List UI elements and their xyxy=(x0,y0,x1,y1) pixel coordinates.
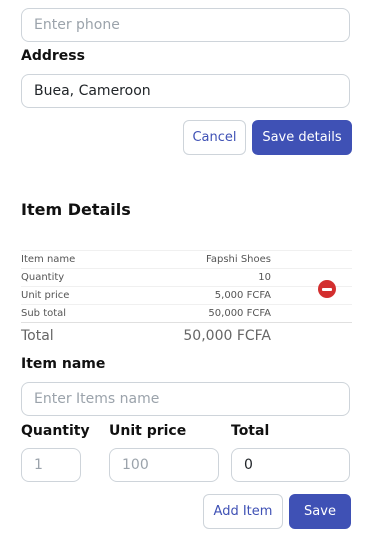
quantity-input[interactable] xyxy=(21,448,81,482)
item-name-input[interactable] xyxy=(21,382,350,416)
unit-price-label: Unit price xyxy=(109,423,187,439)
item-summary: Item name Fapshi Shoes Quantity 10 Unit … xyxy=(21,250,352,348)
summary-label: Quantity xyxy=(21,272,65,283)
total-value: 50,000 FCFA xyxy=(183,328,271,344)
summary-row-quantity: Quantity 10 xyxy=(21,268,352,286)
remove-circle-icon[interactable] xyxy=(318,280,336,298)
summary-row-sub-total: Sub total 50,000 FCFA xyxy=(21,304,352,322)
summary-label: Sub total xyxy=(21,308,67,319)
summary-value: 5,000 FCFA xyxy=(214,290,271,301)
save-button[interactable]: Save xyxy=(289,494,351,529)
total-label: Total xyxy=(21,328,54,344)
summary-value: 10 xyxy=(258,272,271,283)
summary-value: Fapshi Shoes xyxy=(206,254,271,265)
item-name-label: Item name xyxy=(21,356,106,372)
quantity-label: Quantity xyxy=(21,423,90,439)
address-label: Address xyxy=(21,48,85,64)
total-input[interactable] xyxy=(231,448,350,482)
unit-price-input[interactable] xyxy=(109,448,219,482)
summary-label: Item name xyxy=(21,254,76,265)
summary-row-unit-price: Unit price 5,000 FCFA xyxy=(21,286,352,304)
address-input[interactable] xyxy=(21,74,350,108)
add-item-button[interactable]: Add Item xyxy=(203,494,283,529)
item-details-title: Item Details xyxy=(21,200,131,219)
summary-row-item-name: Item name Fapshi Shoes xyxy=(21,250,352,268)
summary-label: Unit price xyxy=(21,290,70,301)
summary-row-total: Total 50,000 FCFA xyxy=(21,322,352,348)
total-field-label: Total xyxy=(231,423,270,439)
phone-input[interactable] xyxy=(21,8,350,42)
summary-value: 50,000 FCFA xyxy=(208,308,271,319)
save-details-button[interactable]: Save details xyxy=(252,120,352,155)
cancel-button[interactable]: Cancel xyxy=(183,120,246,155)
